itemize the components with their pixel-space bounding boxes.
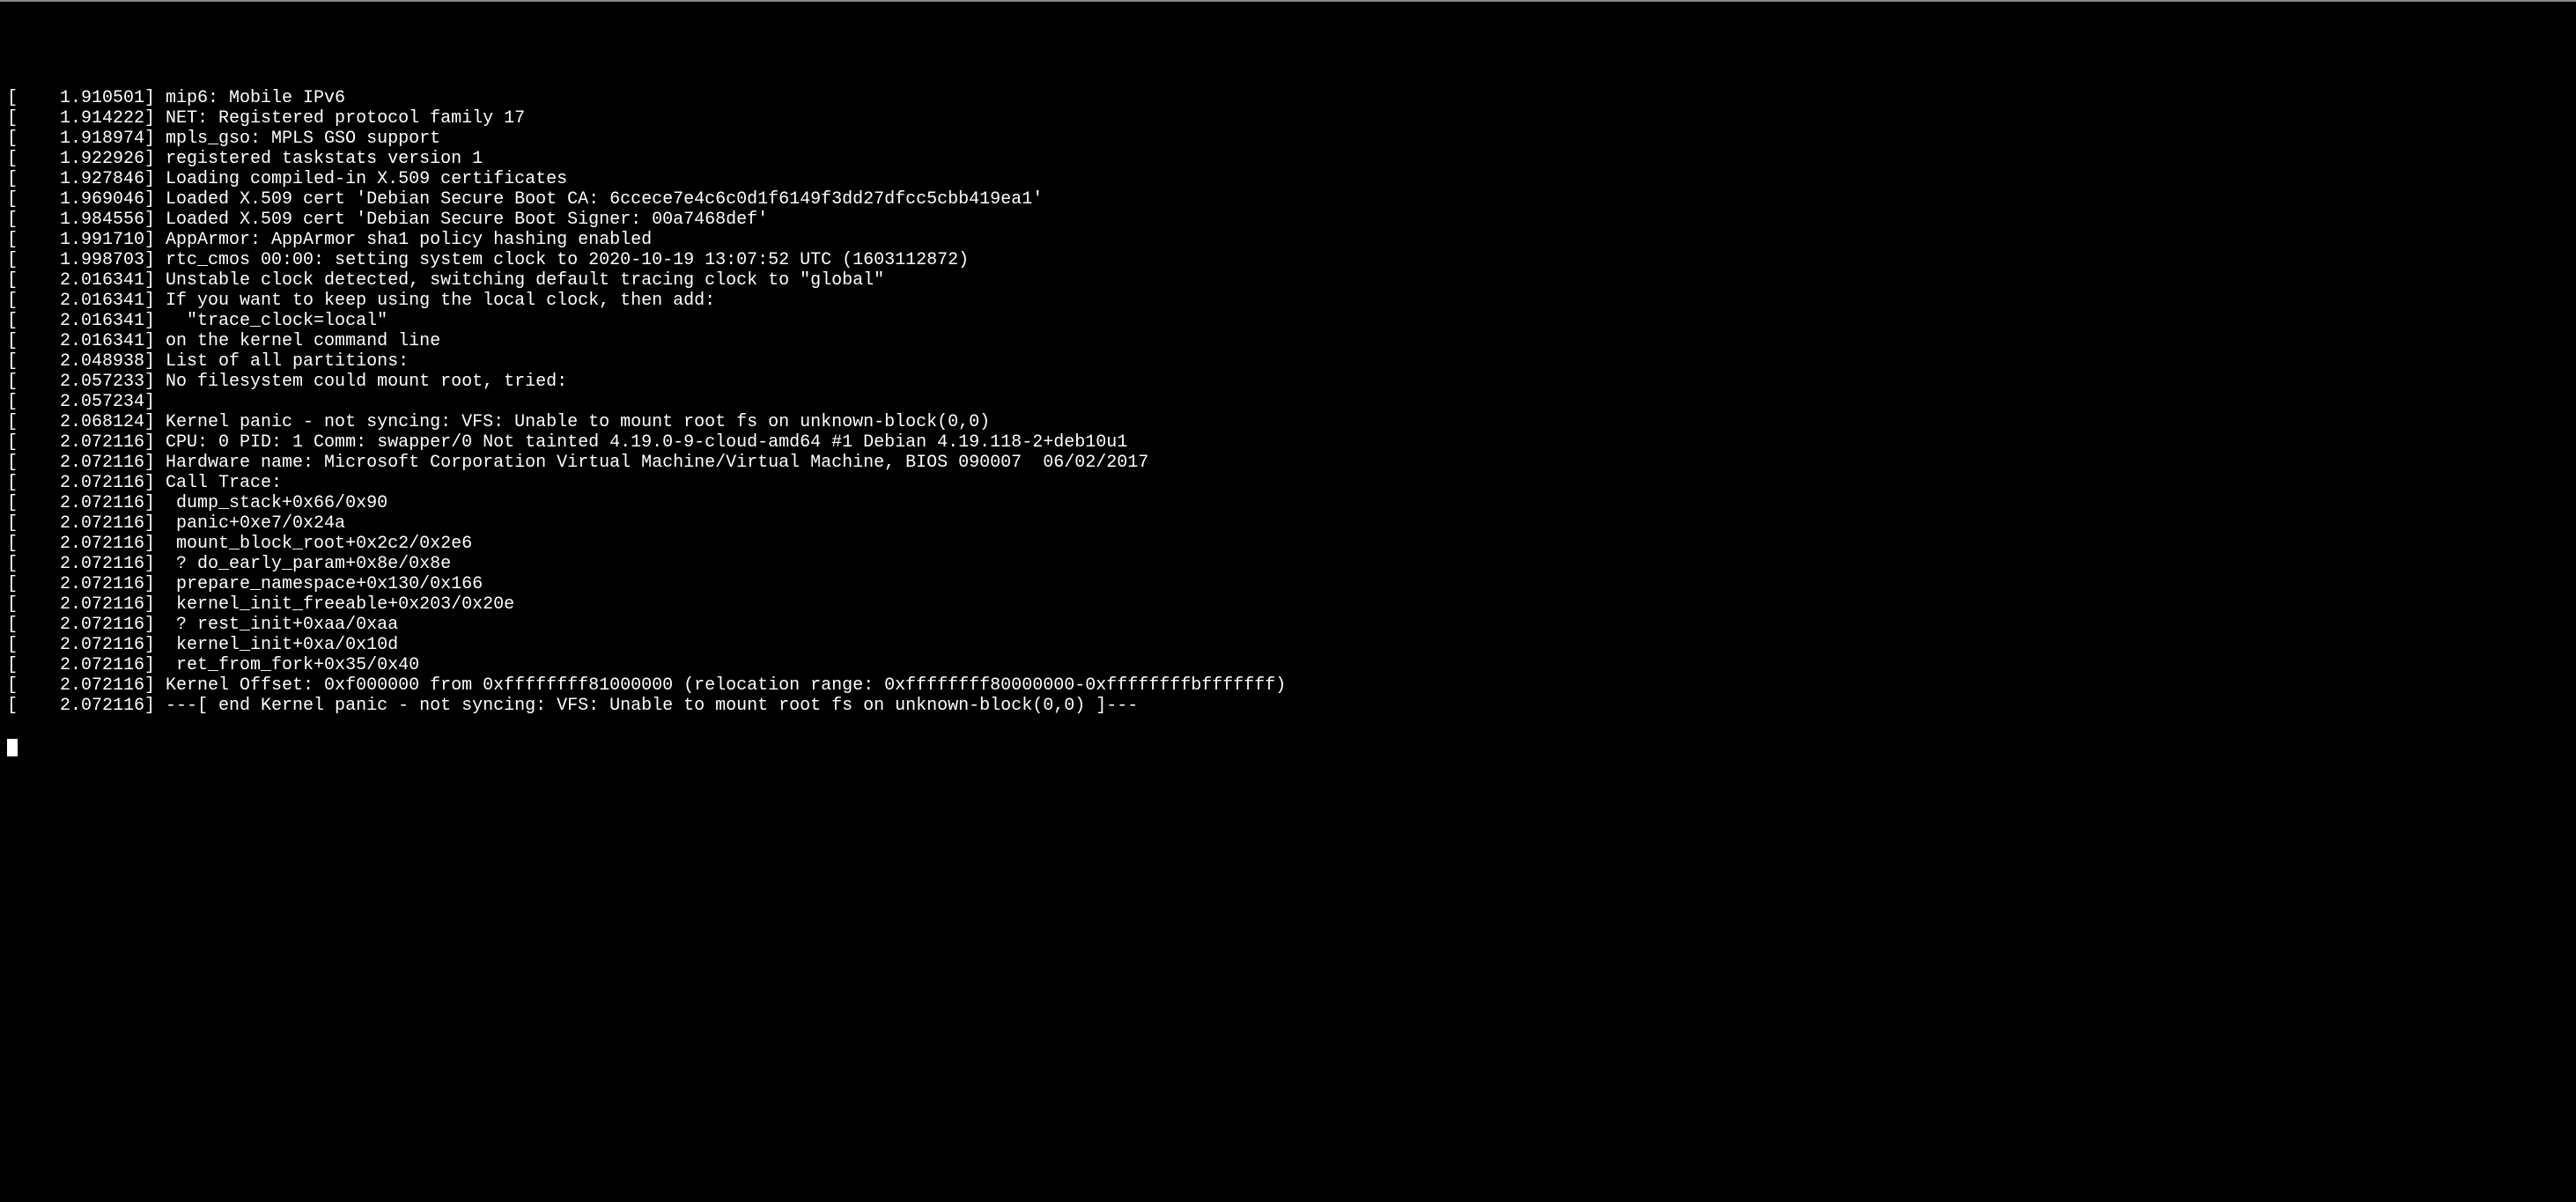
log-line: [ 1.927846] Loading compiled-in X.509 ce… xyxy=(7,169,2576,189)
log-line: [ 2.016341] If you want to keep using th… xyxy=(7,291,2576,311)
log-line: [ 2.072116] panic+0xe7/0x24a xyxy=(7,513,2576,534)
log-line: [ 2.048938] List of all partitions: xyxy=(7,351,2576,372)
cursor xyxy=(7,739,18,756)
log-line: [ 2.016341] on the kernel command line xyxy=(7,331,2576,351)
log-line: [ 2.016341] Unstable clock detected, swi… xyxy=(7,270,2576,291)
log-line: [ 2.072116] mount_block_root+0x2c2/0x2e6 xyxy=(7,534,2576,554)
log-line: [ 2.072116] ret_from_fork+0x35/0x40 xyxy=(7,655,2576,675)
log-line: [ 2.072116] CPU: 0 PID: 1 Comm: swapper/… xyxy=(7,432,2576,453)
log-line: [ 2.072116] Kernel Offset: 0xf000000 fro… xyxy=(7,675,2576,696)
log-line: [ 1.922926] registered taskstats version… xyxy=(7,149,2576,169)
log-line: [ 2.057233] No filesystem could mount ro… xyxy=(7,372,2576,392)
log-line: [ 1.914222] NET: Registered protocol fam… xyxy=(7,108,2576,129)
log-line: [ 2.057234] xyxy=(7,392,2576,412)
log-line: [ 2.072116] kernel_init+0xa/0x10d xyxy=(7,635,2576,655)
log-line: [ 2.072116] prepare_namespace+0x130/0x16… xyxy=(7,574,2576,594)
terminal-output: [ 1.910501] mip6: Mobile IPv6[ 1.914222]… xyxy=(0,83,2576,716)
log-line: [ 1.910501] mip6: Mobile IPv6 xyxy=(7,88,2576,108)
log-line: [ 1.969046] Loaded X.509 cert 'Debian Se… xyxy=(7,189,2576,210)
log-line: [ 2.072116] ? rest_init+0xaa/0xaa xyxy=(7,615,2576,635)
log-line: [ 2.072116] Hardware name: Microsoft Cor… xyxy=(7,453,2576,473)
log-line: [ 2.072116] ---[ end Kernel panic - not … xyxy=(7,696,2576,716)
log-line: [ 1.984556] Loaded X.509 cert 'Debian Se… xyxy=(7,210,2576,230)
log-line: [ 2.072116] ? do_early_param+0x8e/0x8e xyxy=(7,554,2576,574)
log-line: [ 2.068124] Kernel panic - not syncing: … xyxy=(7,412,2576,432)
log-line: [ 1.998703] rtc_cmos 00:00: setting syst… xyxy=(7,250,2576,270)
log-line: [ 1.991710] AppArmor: AppArmor sha1 poli… xyxy=(7,230,2576,250)
log-line: [ 2.072116] kernel_init_freeable+0x203/0… xyxy=(7,594,2576,615)
log-line: [ 2.016341] "trace_clock=local" xyxy=(7,311,2576,331)
log-line: [ 2.072116] dump_stack+0x66/0x90 xyxy=(7,493,2576,513)
log-line: [ 1.918974] mpls_gso: MPLS GSO support xyxy=(7,129,2576,149)
log-line: [ 2.072116] Call Trace: xyxy=(7,473,2576,493)
